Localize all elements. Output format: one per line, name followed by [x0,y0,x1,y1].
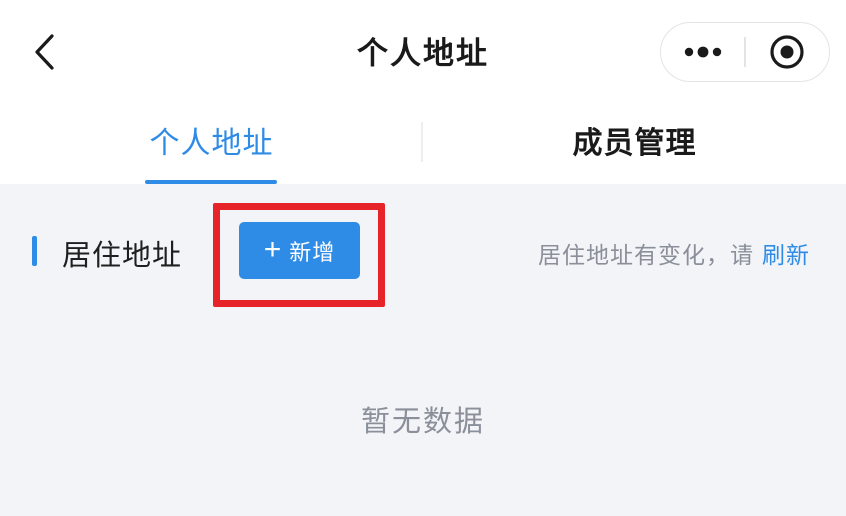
section-title: 居住地址 [62,238,183,272]
mini-program-capsule [660,22,830,82]
page: 个人地址 个人地址 成员管理 居住地址 + 新增 居住地址有变化，请 刷新 暂无… [0,0,846,516]
add-address-button[interactable]: + 新增 [239,222,360,279]
plus-icon: + [263,232,282,266]
tab-bar: 个人地址 成员管理 [0,104,846,184]
close-button[interactable] [746,23,829,81]
refresh-hint: 居住地址有变化，请 刷新 [538,236,810,270]
more-button[interactable] [661,23,744,81]
tab-label: 成员管理 [572,126,697,161]
tab-label: 个人地址 [149,126,274,161]
navigation-bar: 个人地址 [0,0,846,104]
tab-personal-address[interactable]: 个人地址 [0,104,423,184]
tab-member-management[interactable]: 成员管理 [423,104,846,184]
section-accent-bar [32,236,37,266]
tab-divider [421,122,423,162]
back-button[interactable] [22,26,66,78]
refresh-hint-text: 居住地址有变化，请 [538,243,754,269]
record-circle-icon [770,35,804,69]
chevron-left-icon [35,34,54,70]
more-dots-icon [684,46,721,58]
empty-state-text: 暂无数据 [360,404,485,438]
refresh-link[interactable]: 刷新 [762,236,810,270]
active-tab-indicator [145,180,277,184]
add-button-label: 新增 [289,239,336,265]
